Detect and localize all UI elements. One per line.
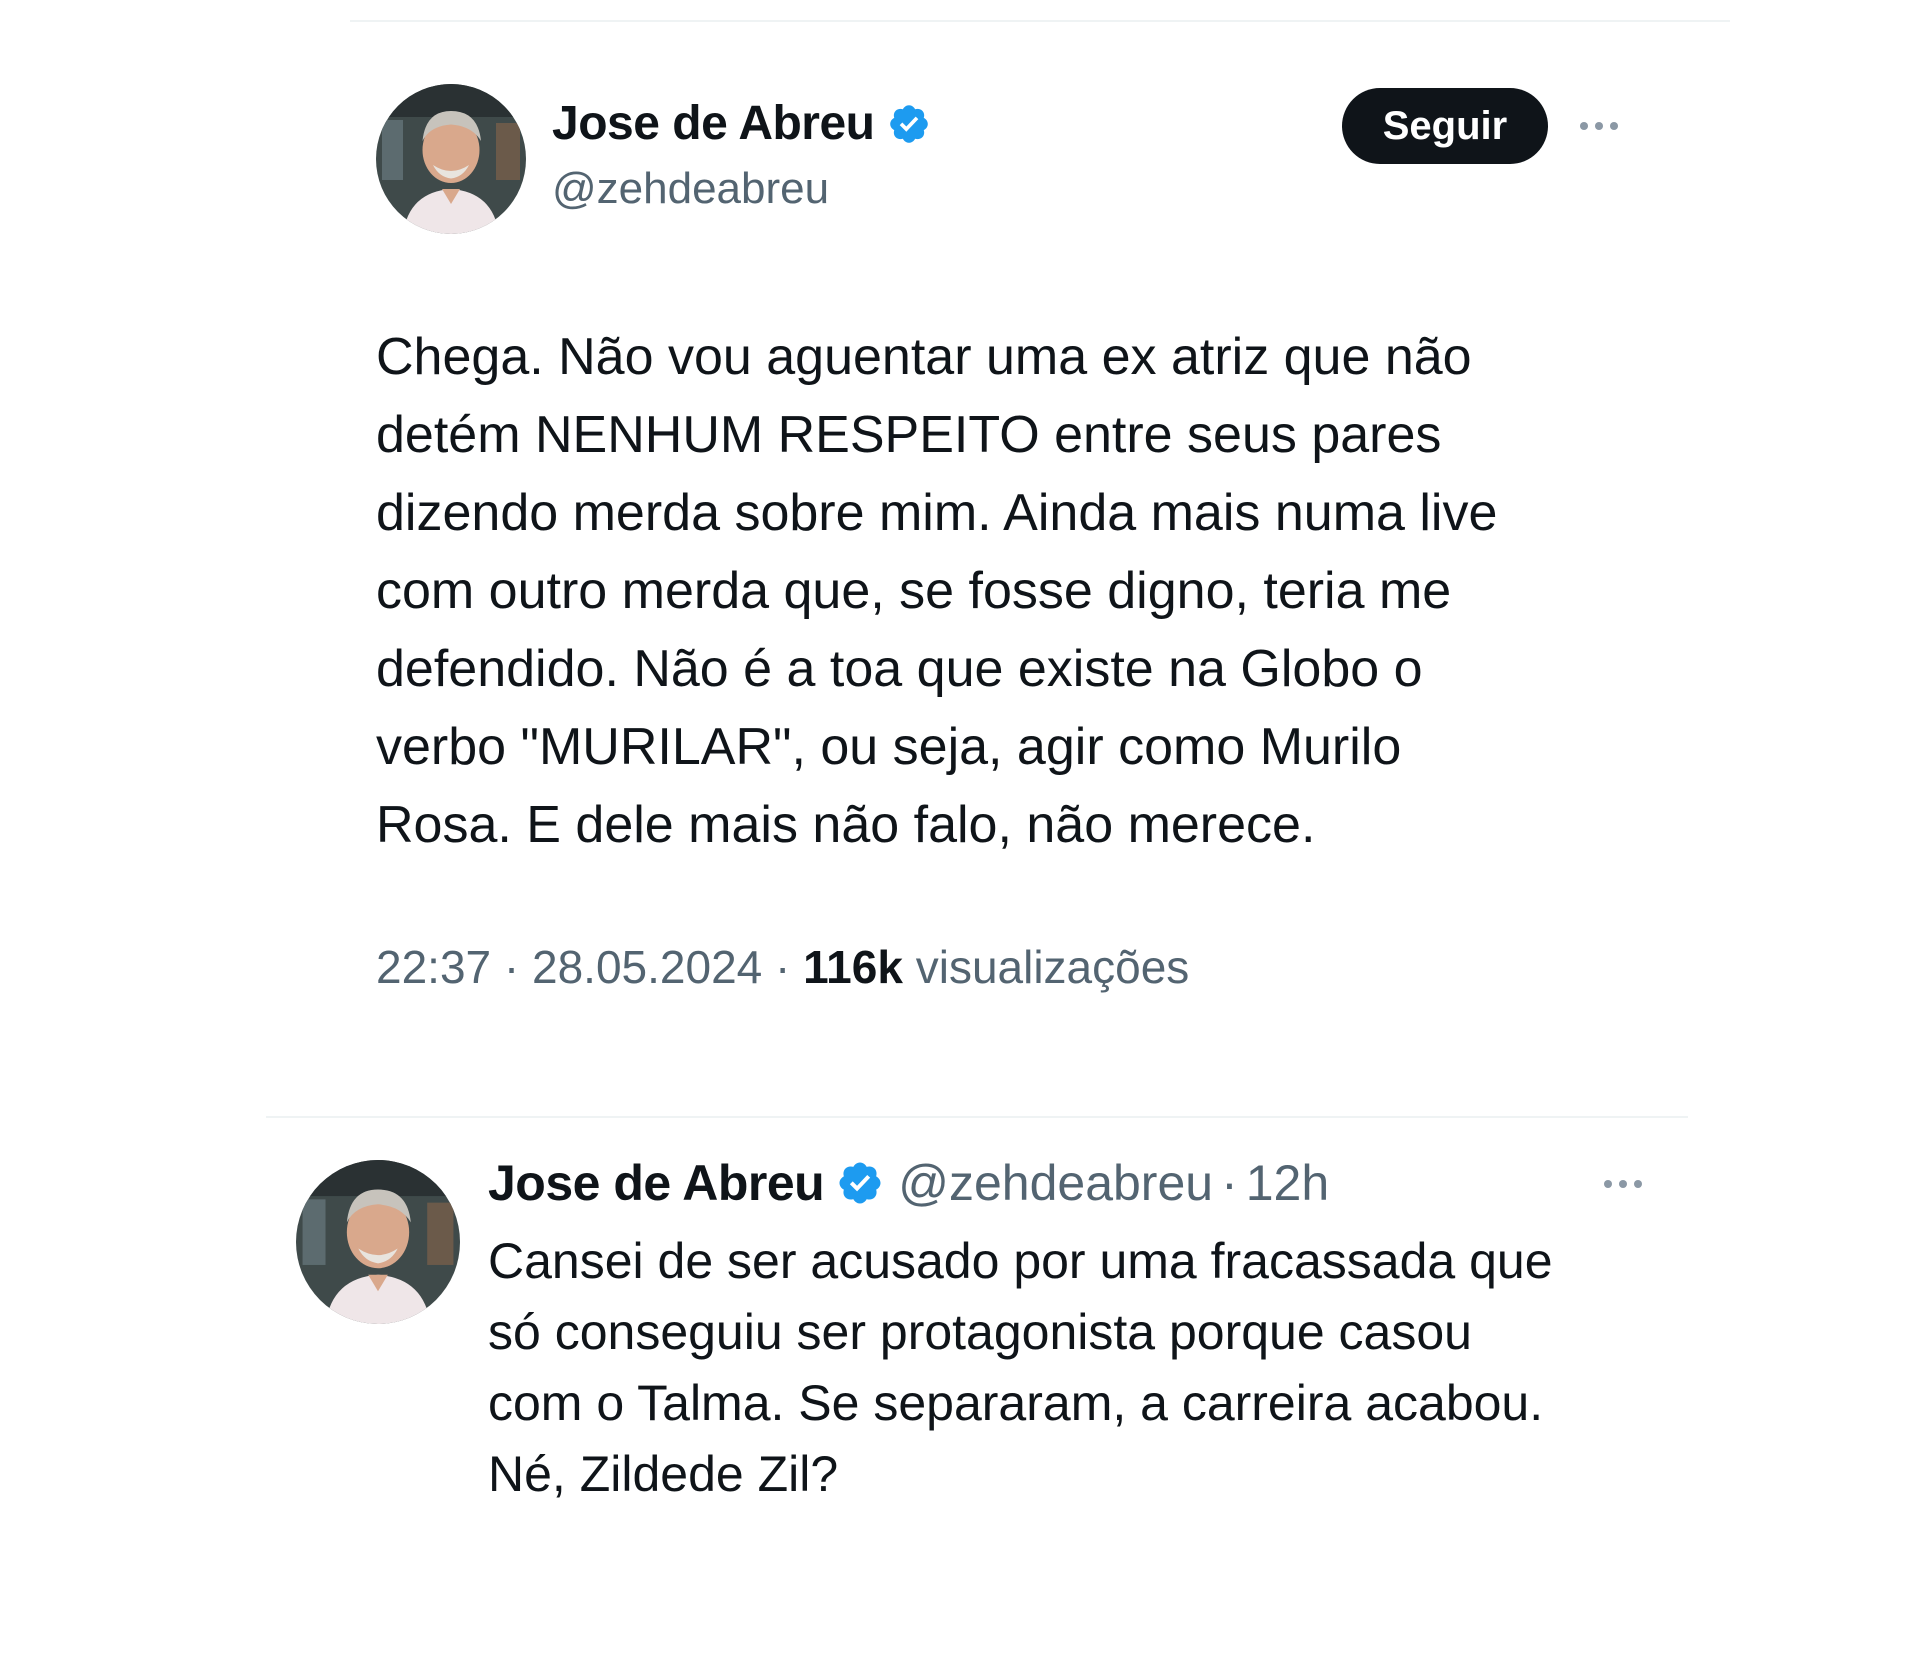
author-handle[interactable]: @zehdeabreu	[898, 1154, 1213, 1212]
reply-header: Jose de Abreu @zehdeabreu · 12h	[488, 1154, 1329, 1212]
verified-badge-icon	[887, 102, 931, 146]
author-handle[interactable]: @zehdeabreu	[552, 164, 829, 214]
more-options-icon[interactable]	[1604, 1180, 1642, 1188]
meta-separator: ·	[503, 941, 520, 993]
tweet-text-line: Cansei de ser acusado por uma fracassada…	[488, 1233, 1553, 1289]
tweet-text-line: Chega. Não vou aguentar uma ex atriz que…	[376, 328, 1472, 386]
top-divider	[350, 20, 1730, 22]
tweet-text-line: com outro merda que, se fosse digno, ter…	[376, 562, 1452, 620]
avatar-photo	[376, 84, 526, 234]
tweet-text: Chega. Não vou aguentar uma ex atriz que…	[376, 318, 1676, 864]
author-name[interactable]: Jose de Abreu	[488, 1154, 825, 1212]
follow-button[interactable]: Seguir	[1342, 88, 1548, 164]
tweet-text-line: dizendo merda sobre mim. Ainda mais numa…	[376, 484, 1498, 542]
views-count: 116k	[803, 941, 903, 993]
avatar[interactable]	[296, 1160, 460, 1324]
author-name[interactable]: Jose de Abreu	[552, 96, 875, 151]
avatar-photo	[296, 1160, 460, 1324]
tweet-text-line: defendido. Não é a toa que existe na Glo…	[376, 640, 1423, 698]
tweet-text-line: Rosa. E dele mais não falo, não merece.	[376, 796, 1316, 854]
tweet-date[interactable]: 28.05.2024	[532, 941, 762, 993]
meta-separator: ·	[1221, 1155, 1238, 1211]
meta-separator: ·	[775, 941, 791, 993]
tweet-text: Cansei de ser acusado por uma fracassada…	[488, 1226, 1708, 1510]
tweet-text-line: detém NENHUM RESPEITO entre seus pares	[376, 406, 1442, 464]
avatar[interactable]	[376, 84, 526, 234]
views-label: visualizações	[915, 941, 1190, 993]
tweet-author-header: Jose de Abreu	[552, 96, 931, 151]
tweet-metadata: 22:37 · 28.05.2024 · 116k visualizações	[376, 940, 1189, 994]
tweet-text-line: Né, Zildede Zil?	[488, 1446, 839, 1502]
more-options-icon[interactable]	[1580, 122, 1618, 130]
tweet-text-line: só conseguiu ser protagonista porque cas…	[488, 1304, 1472, 1360]
tweet-text-line: com o Talma. Se separaram, a carreira ac…	[488, 1375, 1544, 1431]
tweet-time[interactable]: 12h	[1246, 1154, 1329, 1212]
tweet-time[interactable]: 22:37	[376, 941, 491, 993]
verified-badge-icon	[836, 1159, 884, 1207]
tweet-divider	[266, 1116, 1688, 1118]
tweet-text-line: verbo "MURILAR", ou seja, agir como Muri…	[376, 718, 1402, 776]
